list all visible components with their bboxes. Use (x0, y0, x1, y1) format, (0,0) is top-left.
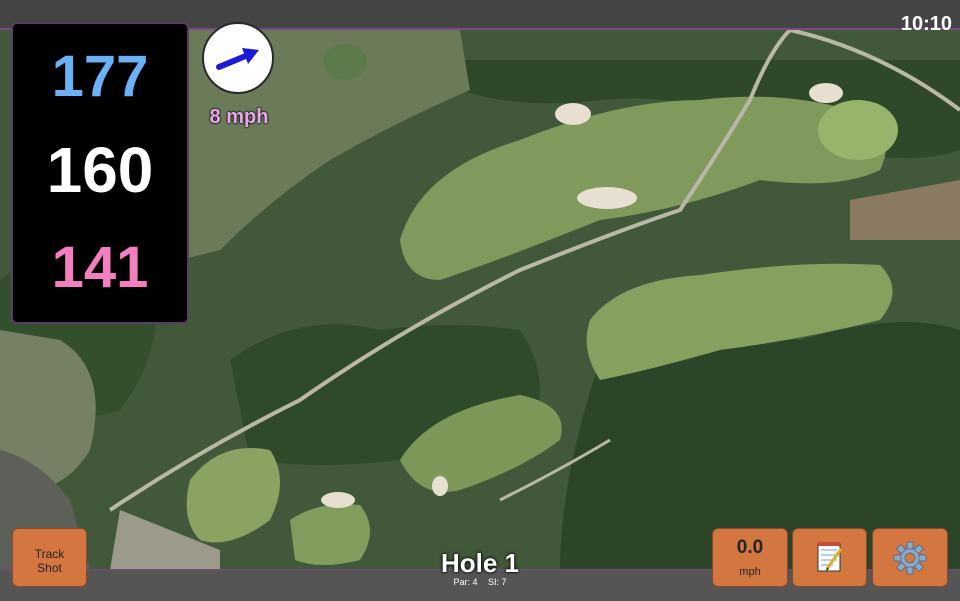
par-label: Par: 4 (453, 577, 478, 587)
back-distance: 177 (51, 44, 149, 109)
notes-button[interactable] (792, 528, 867, 587)
track-shot-label-line2: Shot (37, 561, 62, 575)
settings-button[interactable] (872, 528, 948, 587)
wind-speed-value: 0.0 (736, 537, 764, 558)
hole-details: Par: 4 SI: 7 (400, 577, 560, 587)
middle-distance: 160 (46, 134, 154, 206)
wind-direction-indicator (202, 22, 274, 94)
notepad-icon (817, 542, 843, 572)
wind-speed-label: 8 mph (209, 106, 269, 128)
track-shot-label-line1: Track (34, 547, 65, 561)
hole-title: Hole 1 (440, 548, 520, 578)
track-shot-button[interactable]: Track Shot (12, 528, 87, 587)
gear-icon (893, 541, 927, 575)
distance-panel: 177 160 141 (11, 22, 189, 324)
stroke-index-label: SI: 7 (488, 577, 507, 587)
wind-speed-button[interactable]: 0.0 mph (712, 528, 788, 587)
arrow-right-icon (216, 48, 259, 70)
wind-speed-unit: mph (739, 566, 761, 578)
front-distance: 141 (51, 235, 149, 300)
